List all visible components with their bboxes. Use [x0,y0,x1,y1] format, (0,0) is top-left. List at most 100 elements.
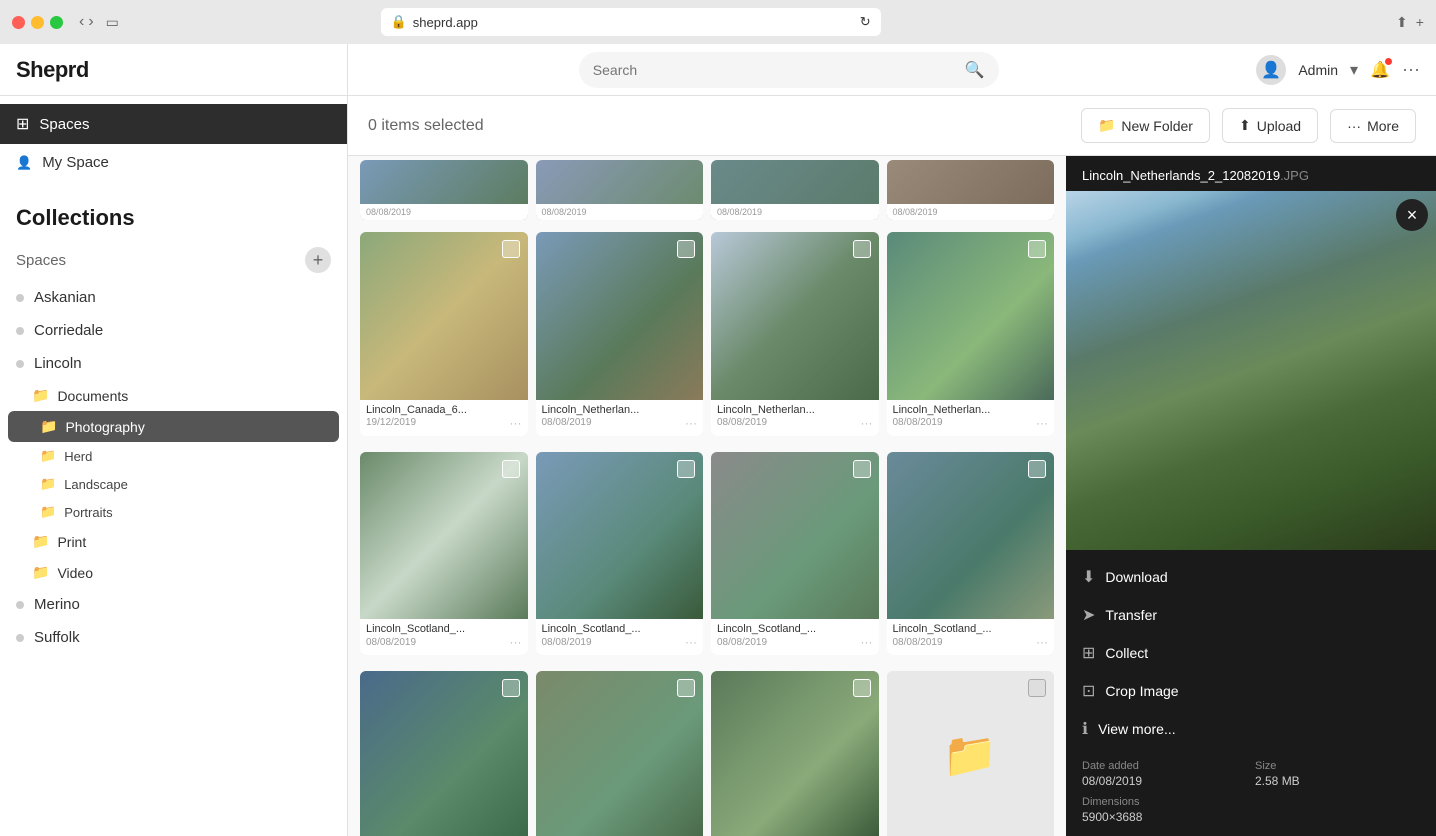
more-options-button[interactable]: ··· [1402,59,1420,80]
scotland-2-checkbox[interactable] [677,460,695,478]
folder-photography[interactable]: 📁 Photography [8,411,339,442]
netherlands-1-checkbox[interactable] [677,240,695,258]
lincoln-label: Lincoln [34,355,82,372]
dimensions-label: Dimensions [1082,796,1247,808]
user-chevron[interactable]: ▾ [1350,60,1358,80]
upload-button[interactable]: ⬆ Upload [1222,108,1318,143]
toolbar: 0 items selected 📁 New Folder ⬆ Upload ·… [348,96,1436,156]
sidebar-item-lincoln[interactable]: Lincoln [0,347,347,380]
more-button[interactable]: ··· More [1330,109,1416,143]
folder-documents[interactable]: 📁 Documents [0,380,347,411]
sidebar-item-corriedale[interactable]: Corriedale [0,314,347,347]
scotland-4-dots[interactable]: ··· [1036,635,1048,649]
portraits-folder-checkbox[interactable] [1028,679,1046,697]
action-collect[interactable]: ⊞ Collect [1066,634,1436,672]
top-row-item-1[interactable]: 08/08/2019 [360,160,528,220]
sidebar-item-myspace[interactable]: 👤 My Space [0,144,347,181]
grid-item-scotland-6[interactable]: Lincoln_Scotland_... 08/08/2019 ··· [536,671,704,836]
scotland-1-checkbox[interactable] [502,460,520,478]
sidebar-toggle-button[interactable]: ▭ [106,14,119,31]
subfolder-herd[interactable]: 📁 Herd [0,442,347,470]
sidebar: Sheprd ⊞ Spaces 👤 My Space Collections S… [0,44,348,836]
top-item-2-date: 08/08/2019 [542,207,698,217]
scotland-3-dots[interactable]: ··· [861,635,873,649]
lincoln-dot [16,360,24,368]
size-label: Size [1255,760,1420,772]
subfolder-landscape[interactable]: 📁 Landscape [0,470,347,498]
date-added-value: 08/08/2019 [1082,774,1247,788]
url-bar[interactable]: 🔒 sheprd.app ↻ [381,8,881,36]
new-folder-button[interactable]: 📁 New Folder [1081,108,1210,143]
folder-video[interactable]: 📁 Video [0,557,347,588]
back-button[interactable]: ‹ [79,13,84,31]
folder-print[interactable]: 📁 Print [0,526,347,557]
netherlands-2-name: Lincoln_Netherlan... [717,404,873,416]
preview-close-button[interactable]: × [1396,199,1428,231]
sidebar-item-suffolk[interactable]: Suffolk [0,621,347,654]
action-transfer[interactable]: ➤ Transfer [1066,596,1436,634]
download-icon: ⬇ [1082,567,1095,587]
grid-area: 08/08/2019 08/08/2019 08/08/2019 [348,156,1066,836]
reload-icon[interactable]: ↻ [860,14,871,30]
top-row-item-3[interactable]: 08/08/2019 [711,160,879,220]
grid-item-portraits-folder[interactable]: 📁 Portraits 08/08/2019 ··· [887,671,1055,836]
netherlands-2-dots[interactable]: ··· [861,416,873,430]
scotland-5-checkbox[interactable] [502,679,520,697]
grid-item-scotland-2[interactable]: Lincoln_Scotland_... 08/08/2019 ··· [536,452,704,656]
grid-item-netherlands-3[interactable]: Lincoln_Netherlan... 08/08/2019 ··· [887,232,1055,436]
user-area: 👤 Admin ▾ 🔔 ··· [1256,55,1420,85]
grid-item-netherlands-2[interactable]: Lincoln_Netherlan... 08/08/2019 ··· [711,232,879,436]
grid-item-canada[interactable]: Lincoln_Canada_6... 19/12/2019 ··· [360,232,528,436]
scotland-1-dots[interactable]: ··· [510,635,522,649]
search-bar[interactable]: 🔍 [579,52,999,88]
canada-checkbox[interactable] [502,240,520,258]
action-crop[interactable]: ⊡ Crop Image [1066,672,1436,710]
scotland-2-name: Lincoln_Scotland_... [542,623,698,635]
netherlands-1-name: Lincoln_Netherlan... [542,404,698,416]
action-download[interactable]: ⬇ Download [1066,558,1436,596]
notification-button[interactable]: 🔔 [1370,60,1390,80]
netherlands-3-dots[interactable]: ··· [1036,416,1048,430]
download-label: Download [1105,569,1167,585]
add-space-button[interactable]: + [305,247,331,273]
netherlands-3-checkbox[interactable] [1028,240,1046,258]
netherlands-1-date: 08/08/2019 [542,417,592,428]
sidebar-item-askanian[interactable]: Askanian [0,281,347,314]
suffolk-label: Suffolk [34,629,80,646]
top-item-4-date: 08/08/2019 [893,207,1049,217]
grid-item-scotland-3[interactable]: Lincoln_Scotland_... 08/08/2019 ··· [711,452,879,656]
search-input[interactable] [593,62,957,78]
share-button[interactable]: ⬆ [1396,14,1408,31]
grid-item-scotland-7[interactable]: Lincoln_Scotland_... 08/08/2019 ··· [711,671,879,836]
grid-item-scotland-1[interactable]: Lincoln_Scotland_... 08/08/2019 ··· [360,452,528,656]
minimize-button[interactable] [31,16,44,29]
add-tab-button[interactable]: + [1416,14,1424,31]
grid-item-scotland-5[interactable]: Lincoln_Scotland_... 08/08/2019 ··· [360,671,528,836]
maximize-button[interactable] [50,16,63,29]
close-button[interactable] [12,16,25,29]
subfolder-portraits[interactable]: 📁 Portraits [0,498,347,526]
scotland-6-checkbox[interactable] [677,679,695,697]
top-row-item-2[interactable]: 08/08/2019 [536,160,704,220]
meta-size: Size 2.58 MB [1255,760,1420,788]
scotland-3-checkbox[interactable] [853,460,871,478]
netherlands-2-checkbox[interactable] [853,240,871,258]
action-view-more[interactable]: ℹ View more... [1066,710,1436,748]
sidebar-item-merino[interactable]: Merino [0,588,347,621]
netherlands-1-dots[interactable]: ··· [685,416,697,430]
scotland-4-checkbox[interactable] [1028,460,1046,478]
scotland-2-date: 08/08/2019 [542,637,592,648]
sidebar-item-spaces[interactable]: ⊞ Spaces [0,104,347,144]
canada-dots[interactable]: ··· [510,416,522,430]
transfer-icon: ➤ [1082,605,1095,625]
grid-item-netherlands-1[interactable]: Lincoln_Netherlan... 08/08/2019 ··· [536,232,704,436]
print-label: Print [57,534,86,550]
scotland-2-dots[interactable]: ··· [685,635,697,649]
grid-row-3: Lincoln_Scotland_... 08/08/2019 ··· Linc… [360,444,1054,664]
top-row-item-4[interactable]: 08/08/2019 [887,160,1055,220]
forward-button[interactable]: › [88,13,93,31]
scotland-7-checkbox[interactable] [853,679,871,697]
titlebar-right-buttons: ⬆ + [1396,14,1424,31]
grid-item-scotland-4[interactable]: Lincoln_Scotland_... 08/08/2019 ··· [887,452,1055,656]
preview-image-container: × [1066,191,1436,550]
